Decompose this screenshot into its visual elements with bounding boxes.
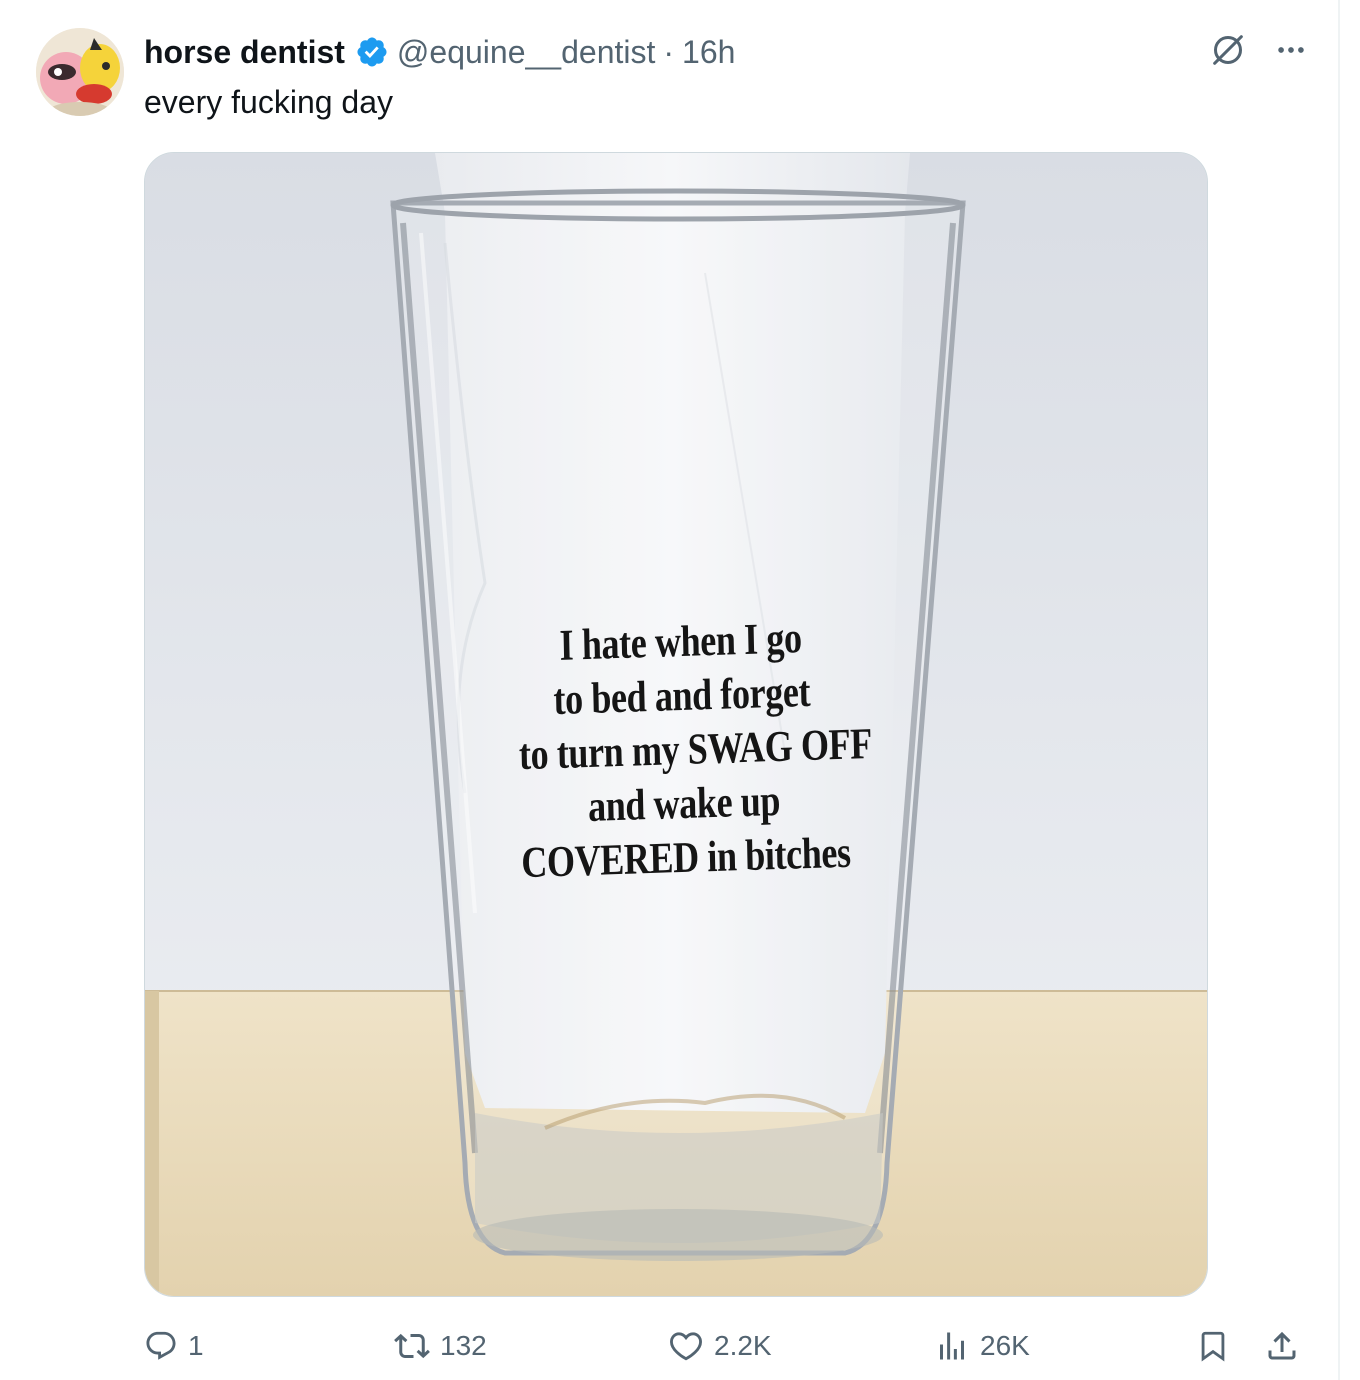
avatar[interactable]	[36, 28, 124, 116]
glass-print-line: to turn my SWAG OFF	[518, 718, 873, 780]
repost-button[interactable]: 132	[394, 1316, 487, 1376]
verified-badge-icon[interactable]	[355, 35, 389, 69]
bookmark-icon	[1201, 1331, 1225, 1362]
timestamp[interactable]: 16h	[682, 34, 735, 71]
view-count: 26K	[980, 1330, 1030, 1361]
tweet-top-actions	[1208, 30, 1308, 75]
timeline-divider	[1338, 0, 1340, 1380]
display-name[interactable]: horse dentist	[144, 34, 345, 71]
grok-icon[interactable]	[1208, 30, 1248, 75]
views-icon	[940, 1332, 964, 1360]
like-button[interactable]: 2.2K	[668, 1316, 772, 1376]
avatar-image	[36, 28, 124, 116]
tweet-media-image[interactable]: I hate when I go to bed and forget to tu…	[144, 152, 1208, 1297]
share-button[interactable]	[1264, 1316, 1300, 1376]
repost-count: 132	[440, 1330, 487, 1361]
views-button[interactable]: 26K	[934, 1316, 1030, 1376]
reply-button[interactable]: 1	[144, 1316, 204, 1376]
tweet-action-bar: 1 132 2.2K 26K	[144, 1316, 1306, 1376]
tweet-text: every fucking day	[144, 84, 394, 120]
reply-icon	[146, 1331, 176, 1360]
repost-icon	[394, 1333, 430, 1359]
glass-print-text: I hate when I go to bed and forget to tu…	[516, 610, 873, 890]
separator-dot: ·	[663, 33, 675, 70]
bookmark-button[interactable]	[1196, 1316, 1230, 1376]
tweet-header: horse dentist @equine__dentist · 16h	[144, 30, 735, 74]
glass-print-line: COVERED in bitches	[520, 827, 852, 888]
user-handle[interactable]: @equine__dentist	[397, 34, 655, 71]
like-count: 2.2K	[714, 1330, 772, 1361]
share-icon	[1268, 1331, 1296, 1360]
like-icon	[670, 1332, 702, 1361]
reply-count: 1	[188, 1330, 204, 1361]
more-options-icon[interactable]	[1274, 33, 1308, 72]
